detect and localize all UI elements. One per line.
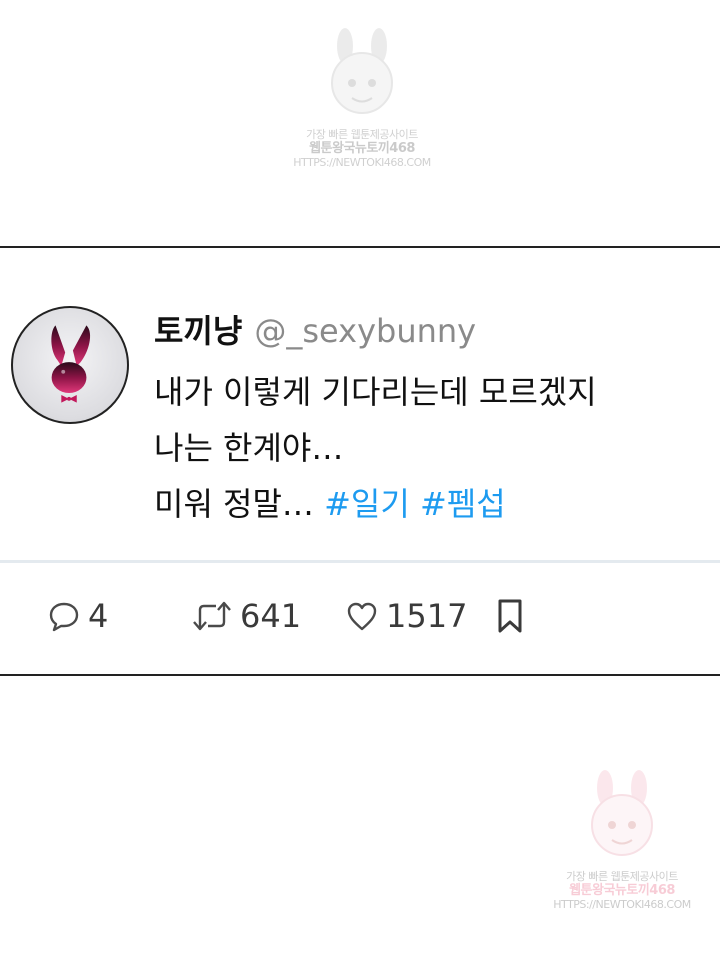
- watermark-line3: HTTPS://NEWTOKI468.COM: [293, 156, 431, 169]
- bookmark-icon: [492, 596, 528, 636]
- bunny-mascot-watermark-icon: [591, 770, 653, 856]
- watermark-line2: 웹툰왕국뉴토끼468: [309, 141, 415, 156]
- bunny-mascot-watermark-icon: [331, 28, 393, 114]
- hashtag-link[interactable]: #펨섭: [420, 485, 506, 523]
- hashtag-link[interactable]: #일기: [324, 485, 410, 523]
- reply-button[interactable]: 4: [46, 588, 108, 644]
- watermark-bottom: 가장 빠른 웹툰제공사이트 웹툰왕국뉴토끼468 HTTPS://NEWTOKI…: [552, 770, 692, 912]
- heart-icon: [344, 598, 380, 634]
- display-name[interactable]: 토끼냥: [154, 306, 242, 352]
- watermark-line1: 가장 빠른 웹툰제공사이트: [306, 128, 418, 141]
- divider: [0, 560, 720, 563]
- tweet-card: 토끼냥 @_sexybunny 내가 이렇게 기다리는데 모르겠지 나는 한계야…: [0, 246, 720, 676]
- bunny-logo-icon: [51, 325, 91, 403]
- tweet-actions: 4 641 1517: [0, 588, 720, 648]
- retweet-count: 641: [240, 597, 302, 635]
- user-handle[interactable]: @_sexybunny: [254, 312, 476, 350]
- tweet-header: 토끼냥 @_sexybunny: [154, 306, 476, 350]
- watermark-line3: HTTPS://NEWTOKI468.COM: [553, 898, 691, 911]
- like-count: 1517: [386, 597, 468, 635]
- speech-bubble-icon: [46, 598, 82, 634]
- bookmark-button[interactable]: [492, 588, 528, 644]
- avatar[interactable]: [11, 306, 129, 424]
- watermark-line2: 웹툰왕국뉴토끼468: [569, 883, 675, 898]
- retweet-button[interactable]: 641: [190, 588, 301, 644]
- tweet-line-3-text: 미워 정말…: [154, 485, 314, 523]
- watermark-line1: 가장 빠른 웹툰제공사이트: [566, 870, 678, 883]
- reply-count: 4: [88, 597, 109, 635]
- like-button[interactable]: 1517: [344, 588, 467, 644]
- tweet-text: 내가 이렇게 기다리는데 모르겠지 나는 한계야… 미워 정말… #일기 #펨섭: [154, 364, 714, 532]
- tweet-line-2: 나는 한계야…: [154, 429, 344, 467]
- tweet-line-1: 내가 이렇게 기다리는데 모르겠지: [154, 373, 597, 411]
- tweet-line-3: 미워 정말… #일기 #펨섭: [154, 476, 714, 532]
- watermark-top: 가장 빠른 웹툰제공사이트 웹툰왕국뉴토끼468 HTTPS://NEWTOKI…: [292, 28, 432, 170]
- retweet-arrows-icon: [190, 598, 234, 634]
